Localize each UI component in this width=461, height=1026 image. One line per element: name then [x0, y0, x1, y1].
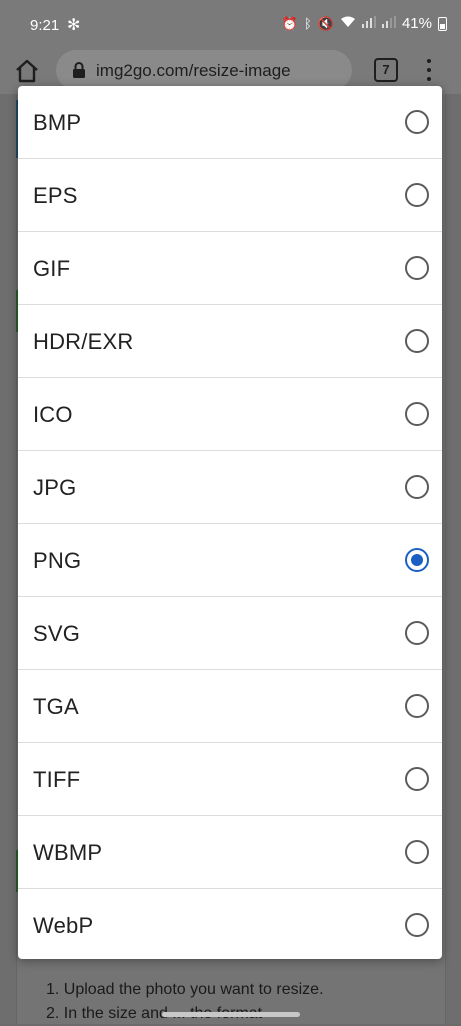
format-option-svg[interactable]: SVG — [18, 597, 442, 670]
option-label: JPG — [33, 475, 77, 500]
format-option-gif[interactable]: GIF — [18, 232, 442, 305]
format-option-eps[interactable]: EPS — [18, 159, 442, 232]
battery-icon — [438, 16, 447, 31]
battery-percent: 41% — [401, 15, 432, 32]
option-label: WebP — [33, 913, 94, 938]
fan-icon: ✻ — [67, 17, 81, 34]
url-bar[interactable]: img2go.com/resize-image — [56, 50, 352, 90]
radio-button[interactable] — [405, 183, 429, 207]
option-label: PNG — [33, 548, 82, 573]
status-icons: ⏰ ᛒ 🔇 41% — [282, 15, 447, 32]
signal-icon-2 — [381, 16, 396, 31]
radio-button[interactable] — [405, 475, 429, 499]
url-text: img2go.com/resize-image — [96, 61, 291, 80]
format-option-png[interactable]: PNG — [18, 524, 442, 597]
radio-button[interactable] — [405, 110, 429, 134]
radio-button[interactable] — [405, 767, 429, 791]
home-icon[interactable] — [14, 58, 40, 84]
radio-button[interactable] — [405, 913, 429, 937]
radio-button[interactable] — [405, 840, 429, 864]
format-option-hdr-exr[interactable]: HDR/EXR — [18, 305, 442, 378]
overflow-menu-icon[interactable] — [420, 57, 438, 83]
wifi-icon — [340, 16, 356, 31]
option-label: GIF — [33, 256, 71, 281]
format-option-webp[interactable]: WebP — [18, 889, 442, 959]
lock-icon — [73, 62, 85, 78]
status-time: 9:21 — [30, 17, 60, 34]
radio-button[interactable] — [405, 256, 429, 280]
format-option-tga[interactable]: TGA — [18, 670, 442, 743]
radio-button-selected[interactable] — [405, 548, 429, 572]
radio-button[interactable] — [405, 694, 429, 718]
option-label: EPS — [33, 183, 78, 208]
radio-button[interactable] — [405, 329, 429, 353]
tab-switcher-button[interactable]: 7 — [374, 58, 398, 82]
format-option-tiff[interactable]: TIFF — [18, 743, 442, 816]
status-bar: 9:21 ✻ ⏰ ᛒ 🔇 41% — [0, 0, 461, 48]
format-option-ico[interactable]: ICO — [18, 378, 442, 451]
option-label: HDR/EXR — [33, 329, 134, 354]
alarm-icon: ⏰ — [281, 15, 298, 31]
gesture-navigation-bar[interactable] — [162, 1012, 300, 1017]
mute-icon: 🔇 — [317, 15, 334, 31]
option-label: BMP — [33, 110, 82, 135]
page-instructions: 1. Upload the photo you want to resize. … — [46, 978, 324, 1026]
option-label: SVG — [33, 621, 81, 646]
bluetooth-icon: ᛒ — [303, 16, 312, 31]
option-label: TIFF — [33, 767, 81, 792]
format-option-jpg[interactable]: JPG — [18, 451, 442, 524]
option-label: WBMP — [33, 840, 103, 865]
format-option-wbmp[interactable]: WBMP — [18, 816, 442, 889]
radio-button[interactable] — [405, 621, 429, 645]
radio-button[interactable] — [405, 402, 429, 426]
format-option-bmp[interactable]: BMP — [18, 86, 442, 159]
format-select-dialog: BMP EPS GIF HDR/EXR ICO JPG PNG SVG TGA … — [18, 86, 442, 959]
signal-icon — [361, 16, 376, 31]
instruction-line: 1. Upload the photo you want to resize. — [46, 981, 324, 998]
option-label: ICO — [33, 402, 73, 427]
option-label: TGA — [33, 694, 79, 719]
